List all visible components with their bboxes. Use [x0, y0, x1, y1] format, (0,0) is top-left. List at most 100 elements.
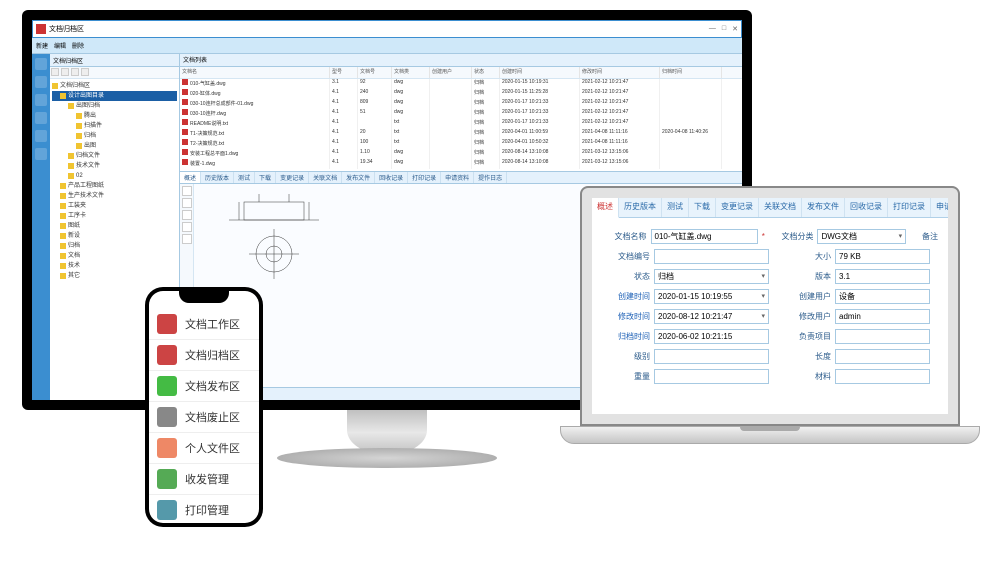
phone-menu-item[interactable]: 收发管理	[149, 464, 259, 495]
tree-tool[interactable]	[71, 68, 79, 76]
tree-tool[interactable]	[81, 68, 89, 76]
table-row[interactable]: 030-10连杆.dwg4.151dwg归档2020-01-17 10:21:3…	[180, 109, 742, 119]
tab[interactable]: 概述	[180, 172, 201, 183]
tree-node[interactable]: 技术	[52, 261, 177, 271]
phone-menu-item[interactable]: 文档发布区	[149, 371, 259, 402]
level-input[interactable]	[654, 349, 769, 364]
tree-node[interactable]: 出图归档	[52, 101, 177, 111]
tab[interactable]: 概述	[592, 198, 619, 218]
tree-node[interactable]: 设计出图目录	[52, 91, 177, 101]
tab[interactable]: 打印记录	[888, 198, 931, 217]
project-input[interactable]	[835, 329, 930, 344]
tree-node[interactable]: 产品工程图纸	[52, 181, 177, 191]
tree-node[interactable]: 工序卡	[52, 211, 177, 221]
table-row[interactable]: T1-决策规范.txt4.120txt归档2020-04-01 11:00:59…	[180, 129, 742, 139]
phone-menu-item[interactable]: 打印管理	[149, 495, 259, 523]
toolbar-item[interactable]: 删除	[72, 41, 84, 50]
tree-node[interactable]: 腾出	[52, 111, 177, 121]
table-row[interactable]: 安装工程总平面1.dwg4.11.10dwg归档2020-08-14 13:10…	[180, 149, 742, 159]
tab[interactable]: 变更记录	[276, 172, 309, 183]
create-time-input[interactable]: 2020-01-15 10:19:55	[654, 289, 769, 304]
tab[interactable]: 历史版本	[619, 198, 662, 217]
table-row[interactable]: 装置-1.dwg4.119.34dwg归档2020-08-14 13:10:08…	[180, 159, 742, 169]
tab[interactable]: 关联文档	[309, 172, 342, 183]
table-row[interactable]: README说明.txt4.1txt归档2020-01-17 10:21:332…	[180, 119, 742, 129]
tree-tool[interactable]	[61, 68, 69, 76]
doc-no-input[interactable]	[654, 249, 769, 264]
tree-tool[interactable]	[51, 68, 59, 76]
tree-node[interactable]: 归档	[52, 131, 177, 141]
tree-node[interactable]: 文档归档区	[52, 81, 177, 91]
preview-tool[interactable]	[182, 222, 192, 232]
column-header[interactable]: 文档号	[358, 67, 392, 78]
phone-menu-item[interactable]: 个人文件区	[149, 433, 259, 464]
side-icon[interactable]	[35, 130, 47, 142]
tab[interactable]: 关联文档	[759, 198, 802, 217]
tab[interactable]: 下载	[255, 172, 276, 183]
close-button[interactable]: ✕	[732, 25, 738, 33]
phone-menu-item[interactable]: 文档工作区	[149, 309, 259, 340]
preview-tool[interactable]	[182, 198, 192, 208]
toolbar-item[interactable]: 新建	[36, 41, 48, 50]
tree-node[interactable]: 图纸	[52, 221, 177, 231]
tab[interactable]: 回收记录	[375, 172, 408, 183]
side-icon[interactable]	[35, 94, 47, 106]
minimize-button[interactable]: —	[709, 25, 716, 33]
tree-node[interactable]: 其它	[52, 271, 177, 281]
length-input[interactable]	[835, 349, 930, 364]
table-row[interactable]: T2-决策规范.txt4.1100txt归档2020-04-01 10:50:3…	[180, 139, 742, 149]
preview-tool[interactable]	[182, 210, 192, 220]
table-row[interactable]: 010-气缸盖.dwg3.192dwg归档2020-01-15 10:19:31…	[180, 79, 742, 89]
column-header[interactable]: 型号	[330, 67, 358, 78]
tab[interactable]: 测试	[662, 198, 689, 217]
tab[interactable]: 下载	[689, 198, 716, 217]
side-icon[interactable]	[35, 148, 47, 160]
preview-tool[interactable]	[182, 186, 192, 196]
tab[interactable]: 变更记录	[716, 198, 759, 217]
tree-node[interactable]: 02	[52, 171, 177, 181]
tab[interactable]: 打印记录	[408, 172, 441, 183]
preview-tool[interactable]	[182, 234, 192, 244]
phone-menu-item[interactable]: 文档归档区	[149, 340, 259, 371]
status-combo[interactable]: 归档	[654, 269, 769, 284]
grid-header: 文档名型号文档号文档类创建用户状态创建时间修改时间归档时间	[180, 67, 742, 79]
column-header[interactable]: 创建时间	[500, 67, 580, 78]
column-header[interactable]: 文档类	[392, 67, 430, 78]
table-row[interactable]: 020-缸体.dwg4.1240dwg归档2020-01-15 11:25:28…	[180, 89, 742, 99]
material-input[interactable]	[835, 369, 930, 384]
tab[interactable]: 回收记录	[845, 198, 888, 217]
tree-node[interactable]: 文档	[52, 251, 177, 261]
tab[interactable]: 测试	[234, 172, 255, 183]
tree-node[interactable]: 归档文件	[52, 151, 177, 161]
tree-node[interactable]: 归档	[52, 241, 177, 251]
tab[interactable]: 发布文件	[342, 172, 375, 183]
tree-node[interactable]: 技术文件	[52, 161, 177, 171]
column-header[interactable]: 文档名	[180, 67, 330, 78]
tab[interactable]: 申请资料	[931, 198, 948, 217]
tab[interactable]: 发布文件	[802, 198, 845, 217]
phone-menu-item[interactable]: 文档废止区	[149, 402, 259, 433]
tree-node[interactable]: 新设	[52, 231, 177, 241]
table-row[interactable]: 030-10连杆总成部件-01.dwg4.1809dwg归档2020-01-17…	[180, 99, 742, 109]
side-icon[interactable]	[35, 58, 47, 70]
column-header[interactable]: 归档时间	[660, 67, 722, 78]
side-icon[interactable]	[35, 76, 47, 88]
doc-class-combo[interactable]: DWG文档	[817, 229, 906, 244]
tree-node[interactable]: 扫描件	[52, 121, 177, 131]
doc-name-input[interactable]: 010-气缸盖.dwg	[651, 229, 758, 244]
column-header[interactable]: 状态	[472, 67, 500, 78]
column-header[interactable]: 创建用户	[430, 67, 472, 78]
tree-node[interactable]: 生产技术文件	[52, 191, 177, 201]
column-header[interactable]: 修改时间	[580, 67, 660, 78]
tab[interactable]: 历史版本	[201, 172, 234, 183]
tab[interactable]: 提作日志	[474, 172, 507, 183]
toolbar-item[interactable]: 编辑	[54, 41, 66, 50]
tab[interactable]: 申请资料	[441, 172, 474, 183]
maximize-button[interactable]: □	[722, 25, 726, 33]
modify-time-input[interactable]: 2020-08-12 10:21:47	[654, 309, 769, 324]
tree-node[interactable]: 出图	[52, 141, 177, 151]
tree-header: 文档归档区	[50, 54, 179, 67]
tree-node[interactable]: 工装夹	[52, 201, 177, 211]
side-icon[interactable]	[35, 112, 47, 124]
weight-input[interactable]	[654, 369, 769, 384]
